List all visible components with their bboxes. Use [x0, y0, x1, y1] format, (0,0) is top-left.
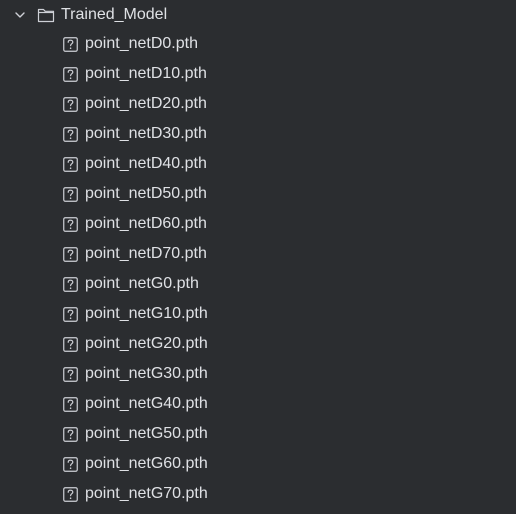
file-row[interactable]: point_netG70.pth [0, 479, 516, 509]
project-tree: Trained_Model point_netD0.pth point_netD1… [0, 0, 516, 514]
file-row[interactable]: point_netD60.pth [0, 209, 516, 239]
file-row[interactable]: point_netG20.pth [0, 329, 516, 359]
unknown-file-icon [63, 487, 78, 502]
unknown-file-icon [63, 187, 78, 202]
file-row[interactable]: point_netG0.pth [0, 269, 516, 299]
unknown-file-icon [63, 97, 78, 112]
unknown-file-icon [63, 277, 78, 292]
file-label: point_netD30.pth [85, 125, 207, 142]
folder-row-trained-model[interactable]: Trained_Model [0, 0, 516, 30]
file-row[interactable]: point_netD10.pth [0, 59, 516, 89]
file-row[interactable]: point_netD70.pth [0, 239, 516, 269]
unknown-file-icon [63, 457, 78, 472]
file-label: point_netD50.pth [85, 185, 207, 202]
unknown-file-icon [63, 157, 78, 172]
unknown-file-icon [63, 127, 78, 142]
unknown-file-icon [63, 397, 78, 412]
file-label: point_netG60.pth [85, 455, 208, 472]
file-row[interactable]: point_netD20.pth [0, 89, 516, 119]
folder-icon [37, 8, 55, 23]
file-row[interactable]: point_netG30.pth [0, 359, 516, 389]
file-label: point_netD70.pth [85, 245, 207, 262]
unknown-file-icon [63, 217, 78, 232]
file-label: point_netG0.pth [85, 275, 199, 292]
file-label: point_netD10.pth [85, 65, 207, 82]
unknown-file-icon [63, 247, 78, 262]
file-row[interactable]: point_netD50.pth [0, 179, 516, 209]
file-label: point_netD0.pth [85, 35, 198, 52]
file-row[interactable]: point_netD40.pth [0, 149, 516, 179]
unknown-file-icon [63, 67, 78, 82]
file-row[interactable]: point_netG60.pth [0, 449, 516, 479]
file-label: point_netD20.pth [85, 95, 207, 112]
file-label: point_netG30.pth [85, 365, 208, 382]
file-row[interactable]: point_netD30.pth [0, 119, 516, 149]
file-row[interactable]: point_netD0.pth [0, 29, 516, 59]
folder-label: Trained_Model [61, 6, 168, 23]
unknown-file-icon [63, 367, 78, 382]
file-label: point_netG70.pth [85, 485, 208, 502]
file-label: point_netG50.pth [85, 425, 208, 442]
file-label: point_netG10.pth [85, 305, 208, 322]
file-label: point_netD60.pth [85, 215, 207, 232]
file-row[interactable]: point_netG40.pth [0, 389, 516, 419]
chevron-down-icon[interactable] [14, 9, 26, 21]
file-label: point_netG40.pth [85, 395, 208, 412]
file-row[interactable]: point_netG10.pth [0, 299, 516, 329]
file-label: point_netD40.pth [85, 155, 207, 172]
unknown-file-icon [63, 337, 78, 352]
file-row[interactable]: point_netG50.pth [0, 419, 516, 449]
file-label: point_netG20.pth [85, 335, 208, 352]
unknown-file-icon [63, 307, 78, 322]
unknown-file-icon [63, 427, 78, 442]
unknown-file-icon [63, 37, 78, 52]
